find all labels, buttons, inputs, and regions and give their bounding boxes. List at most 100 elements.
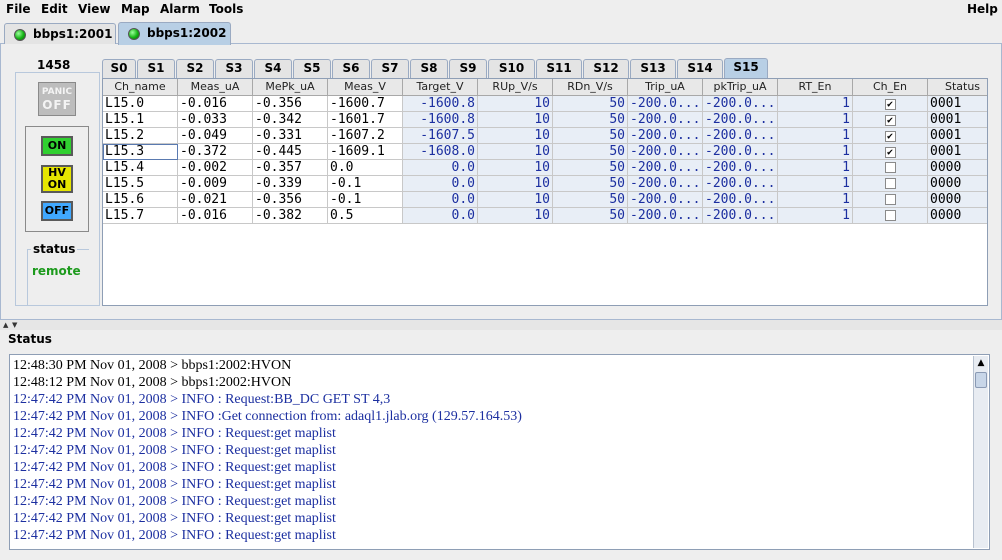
menu-view[interactable]: View — [78, 2, 110, 16]
slot-tab-s15[interactable]: S15 — [724, 58, 768, 78]
menu-help[interactable]: Help — [967, 2, 998, 16]
slot-tab-s1[interactable]: S1 — [137, 59, 175, 78]
column-header[interactable]: Target_V — [403, 79, 478, 96]
checkbox-icon[interactable] — [884, 210, 896, 221]
table-cell[interactable]: -0.357 — [253, 160, 328, 176]
checkbox-icon[interactable]: ✔ — [884, 99, 896, 110]
table-cell[interactable]: -0.445 — [253, 144, 328, 160]
table-cell[interactable]: -0.1 — [328, 192, 403, 208]
slot-tab-s6[interactable]: S6 — [332, 59, 370, 78]
table-cell[interactable]: 1 — [778, 160, 853, 176]
slot-tab-s9[interactable]: S9 — [449, 59, 487, 78]
table-cell[interactable]: 10 — [478, 192, 553, 208]
checkbox-icon[interactable] — [884, 178, 896, 189]
table-cell[interactable]: -1600.7 — [328, 96, 403, 112]
table-cell[interactable]: 10 — [478, 96, 553, 112]
column-header[interactable]: RDn_V/s — [553, 79, 628, 96]
table-cell[interactable]: 1 — [778, 112, 853, 128]
table-cell[interactable]: -1600.8 — [403, 96, 478, 112]
slot-tab-s4[interactable]: S4 — [254, 59, 292, 78]
table-cell[interactable]: L15.5 — [103, 176, 178, 192]
table-cell[interactable]: -0.372 — [178, 144, 253, 160]
table-cell[interactable]: -0.021 — [178, 192, 253, 208]
table-cell[interactable]: -1600.8 — [403, 112, 478, 128]
table-cell[interactable]: L15.0 — [103, 96, 178, 112]
slot-tab-s13[interactable]: S13 — [630, 59, 676, 78]
table-cell[interactable]: 50 — [553, 192, 628, 208]
scrollbar-thumb[interactable] — [975, 372, 987, 388]
table-cell[interactable]: ✔ — [853, 112, 928, 128]
menu-file[interactable]: File — [6, 2, 31, 16]
table-cell[interactable]: 0001 — [928, 128, 987, 144]
table-cell[interactable]: -200.0... — [703, 160, 778, 176]
column-header[interactable]: Trip_uA — [628, 79, 703, 96]
table-cell[interactable]: 1 — [778, 128, 853, 144]
table-cell[interactable]: -200.0... — [628, 144, 703, 160]
table-cell[interactable] — [853, 176, 928, 192]
table-cell[interactable]: -200.0... — [703, 96, 778, 112]
checkbox-icon[interactable]: ✔ — [884, 115, 896, 126]
table-cell[interactable]: 0001 — [928, 144, 987, 160]
table-cell[interactable]: 0000 — [928, 160, 987, 176]
table-cell[interactable]: -0.339 — [253, 176, 328, 192]
table-cell[interactable]: 0.0 — [328, 160, 403, 176]
table-cell[interactable]: 10 — [478, 112, 553, 128]
table-cell[interactable]: 0001 — [928, 112, 987, 128]
column-header[interactable]: pkTrip_uA — [703, 79, 778, 96]
table-cell[interactable]: -200.0... — [703, 128, 778, 144]
table-cell[interactable]: -0.356 — [253, 192, 328, 208]
column-header[interactable]: RT_En — [778, 79, 853, 96]
table-cell[interactable]: 0.5 — [328, 208, 403, 224]
table-cell[interactable]: ✔ — [853, 96, 928, 112]
table-cell[interactable]: -0.331 — [253, 128, 328, 144]
table-cell[interactable]: 0.0 — [403, 176, 478, 192]
table-cell[interactable]: 0000 — [928, 208, 987, 224]
table-cell[interactable]: 0.0 — [403, 192, 478, 208]
table-cell[interactable]: ✔ — [853, 128, 928, 144]
table-cell[interactable]: 10 — [478, 176, 553, 192]
checkbox-icon[interactable] — [884, 162, 896, 173]
table-cell[interactable]: 50 — [553, 160, 628, 176]
checkbox-icon[interactable] — [884, 194, 896, 205]
table-cell[interactable]: -200.0... — [703, 208, 778, 224]
table-cell[interactable]: -200.0... — [628, 96, 703, 112]
table-cell[interactable]: L15.1 — [103, 112, 178, 128]
column-header[interactable]: RUp_V/s — [478, 79, 553, 96]
table-cell[interactable]: -0.049 — [178, 128, 253, 144]
table-cell[interactable]: -0.342 — [253, 112, 328, 128]
menu-alarm[interactable]: Alarm — [160, 2, 200, 16]
collapse-up-icon[interactable]: ▲ — [3, 321, 8, 329]
table-cell[interactable]: -0.033 — [178, 112, 253, 128]
panic-off-button[interactable]: PANIC OFF — [38, 82, 76, 116]
table-cell[interactable]: L15.4 — [103, 160, 178, 176]
column-header[interactable]: Status — [928, 79, 987, 96]
table-cell[interactable]: 50 — [553, 144, 628, 160]
log-area[interactable]: 12:48:30 PM Nov 01, 2008 > bbps1:2002:HV… — [9, 354, 990, 550]
on-button[interactable]: ON — [41, 136, 73, 156]
table-cell[interactable] — [853, 160, 928, 176]
table-cell[interactable]: 1 — [778, 176, 853, 192]
column-header[interactable]: MePk_uA — [253, 79, 328, 96]
slot-tab-s7[interactable]: S7 — [371, 59, 409, 78]
slot-tab-s0[interactable]: S0 — [102, 59, 136, 78]
slot-tab-s2[interactable]: S2 — [176, 59, 214, 78]
table-cell[interactable]: -0.016 — [178, 208, 253, 224]
table-cell[interactable]: -1609.1 — [328, 144, 403, 160]
vertical-scrollbar[interactable]: ▲ — [973, 356, 988, 548]
tab-bbps1-2001[interactable]: bbps1:2001 — [4, 23, 116, 44]
table-cell[interactable]: 1 — [778, 192, 853, 208]
off-button[interactable]: OFF — [41, 201, 73, 221]
table-cell[interactable]: 0.0 — [403, 208, 478, 224]
table-cell[interactable]: 0000 — [928, 192, 987, 208]
table-cell[interactable]: 0001 — [928, 96, 987, 112]
table-cell[interactable] — [853, 192, 928, 208]
slot-tab-s8[interactable]: S8 — [410, 59, 448, 78]
table-cell[interactable]: -0.002 — [178, 160, 253, 176]
table-cell[interactable]: -1608.0 — [403, 144, 478, 160]
table-cell[interactable]: -200.0... — [628, 208, 703, 224]
hv-on-button[interactable]: HV ON — [41, 165, 73, 193]
table-cell[interactable]: -200.0... — [628, 160, 703, 176]
table-cell[interactable]: -1607.2 — [328, 128, 403, 144]
column-header[interactable]: Ch_name — [103, 79, 178, 96]
table-cell[interactable]: -1607.5 — [403, 128, 478, 144]
